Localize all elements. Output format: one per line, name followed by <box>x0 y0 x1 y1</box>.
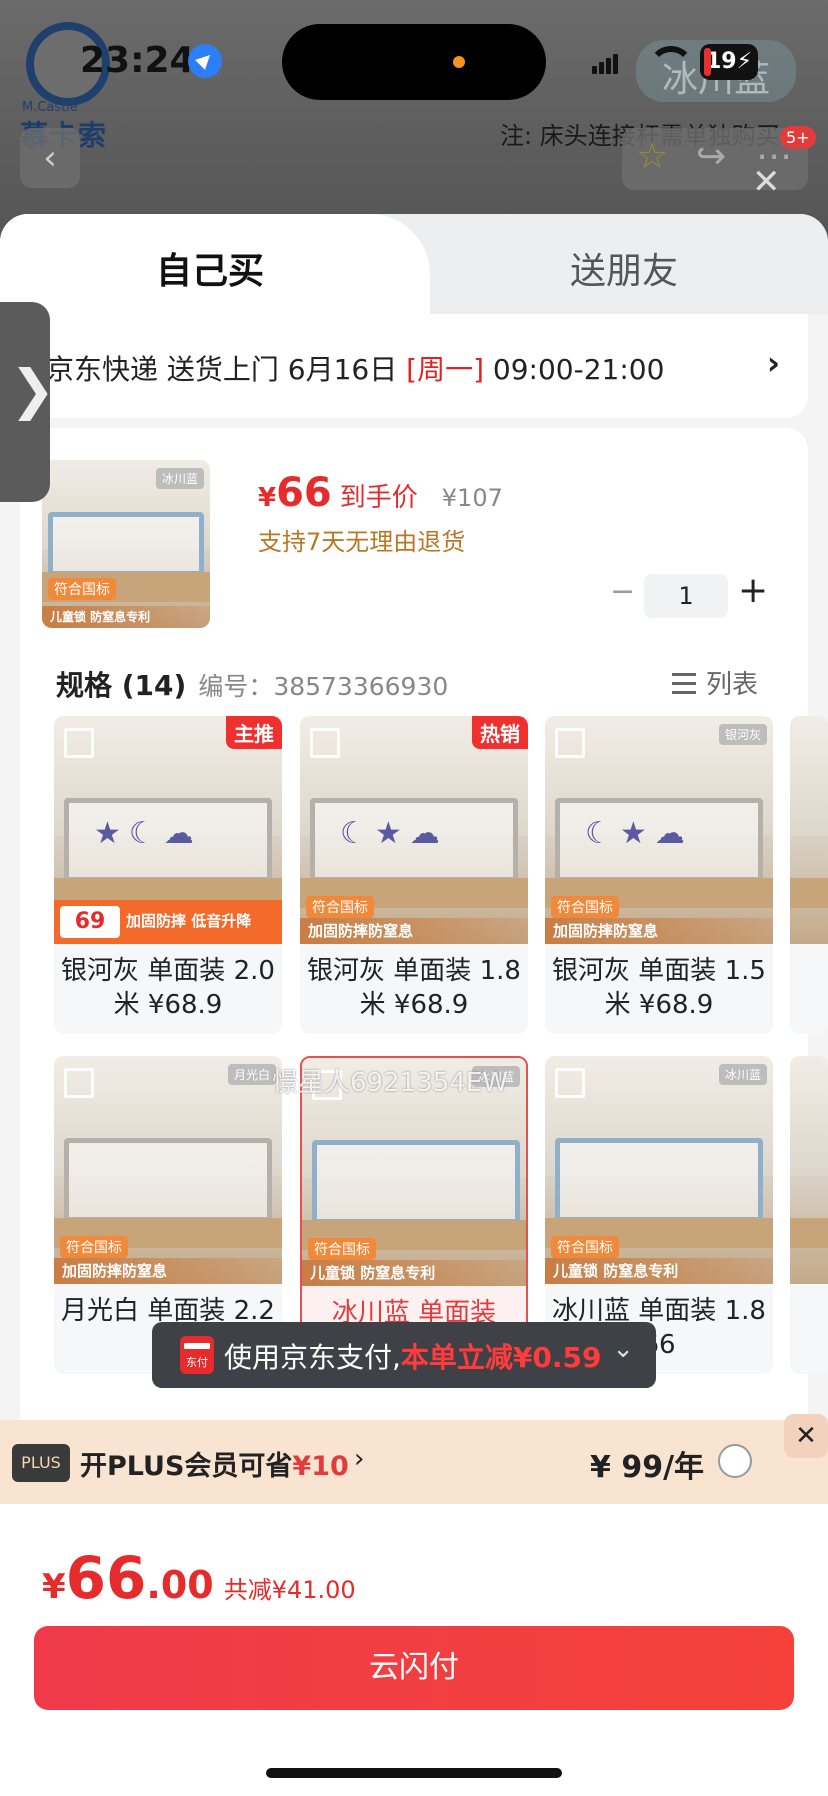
total-price: ¥66.00 共减¥41.00 <box>42 1544 356 1612</box>
watermark: 憬星人6921354EW <box>272 1068 508 1098</box>
close-plus-icon[interactable]: ✕ <box>784 1414 828 1458</box>
final-price: 66 <box>276 470 332 516</box>
back-button[interactable]: ‹ <box>20 128 80 188</box>
delivery-row[interactable]: 京东快递 送货上门 6月16日 [周一] 09:00-21:00 › <box>20 314 808 418</box>
delivery-text: 京东快递 送货上门 6月16日 [周一] 09:00-21:00 <box>46 353 665 386</box>
chevron-down-icon: ⌄ <box>612 1334 634 1364</box>
plus-logo: PLUS <box>12 1444 70 1482</box>
favorite-icon[interactable]: ☆ <box>636 136 668 177</box>
pay-button[interactable]: 云闪付 <box>34 1626 794 1710</box>
plus-offer-text: 开PLUS会员可省¥10 <box>80 1451 349 1482</box>
decrease-button[interactable]: − <box>610 574 635 609</box>
share-icon[interactable]: ↪ <box>696 136 726 177</box>
spec-tile[interactable]: ★☾☁ 主推 69 加固防摔 低音升降 银河灰 单面装 2.0米 ¥68.9 <box>54 716 282 1034</box>
jd-pay-icon: 东付 <box>180 1336 214 1374</box>
signal-icon <box>592 52 618 74</box>
battery-icon: 19⚡ <box>700 44 758 80</box>
increase-button[interactable]: + <box>738 570 768 611</box>
tab-buy-self[interactable]: 自己买 <box>156 242 264 294</box>
spec-image: 月光白 符合国标 加固防摔防窒息 <box>54 1056 282 1284</box>
tab-send-friend[interactable]: 送朋友 <box>570 242 678 294</box>
spec-image: ☾★☁ 热销 符合国标 加固防摔防窒息 <box>300 716 528 944</box>
chevron-right-icon: › <box>766 344 780 382</box>
dynamic-island <box>282 24 546 100</box>
product-thumbnail[interactable]: 冰川蓝 符合国标 儿童锁 防窒息专利 <box>42 460 210 628</box>
spec-image: ☾★☁ 银河灰 符合国标 加固防摔防窒息 <box>545 716 773 944</box>
spec-name: 银河灰 单面装 1.5米 ¥68.9 <box>552 956 766 1020</box>
spec-title: 规格 (14) <box>56 669 187 702</box>
spec-name: 银河灰 单面装 1.8米 ¥68.9 <box>307 956 521 1020</box>
return-policy: 支持7天无理由退货 <box>258 528 466 556</box>
original-price: ¥107 <box>441 484 503 512</box>
spec-tile-partial[interactable] <box>790 1056 828 1374</box>
spec-image: ★☾☁ 主推 69 加固防摔 低音升降 <box>54 716 282 944</box>
spec-tile[interactable]: ☾★☁ 银河灰 符合国标 加固防摔防窒息 银河灰 单面装 1.5米 ¥68.9 <box>545 716 773 1034</box>
close-sheet-icon[interactable]: ✕ <box>752 162 781 202</box>
spec-name: 银河灰 单面装 2.0米 ¥68.9 <box>61 956 275 1020</box>
list-icon <box>672 673 696 695</box>
zoom-icon[interactable] <box>64 728 94 758</box>
status-time: 23:24 <box>80 40 195 81</box>
home-indicator <box>266 1768 562 1778</box>
side-drawer-handle[interactable]: ❯ <box>0 302 55 502</box>
price-currency: ¥ <box>258 483 277 513</box>
spec-tile[interactable]: ☾★☁ 热销 符合国标 加固防摔防窒息 银河灰 单面装 1.8米 ¥68.9 <box>300 716 528 1034</box>
toast-text: 使用京东支付,本单立减¥0.59 <box>224 1341 602 1374</box>
brand-english: M.Castle <box>22 100 78 115</box>
jd-pay-toast[interactable]: 东付 使用京东支付,本单立减¥0.59 ⌄ <box>152 1322 656 1388</box>
zoom-icon[interactable] <box>555 728 585 758</box>
recommend-badge: 主推 <box>226 716 282 749</box>
price-label: 到手价 <box>339 483 418 513</box>
product-code: 编号：38573366930 <box>198 672 449 701</box>
spec-tile-partial[interactable] <box>790 716 828 1034</box>
zoom-icon[interactable] <box>310 728 340 758</box>
tab-bar: 自己买 送朋友 <box>0 214 828 314</box>
price-row: ¥66 到手价 ¥107 <box>258 470 503 516</box>
zoom-icon[interactable] <box>555 1068 585 1098</box>
spec-image: 冰川蓝 符合国标 儿童锁 防窒息专利 <box>545 1056 773 1284</box>
wifi-icon <box>648 46 694 78</box>
plus-price: ¥ 99/年 <box>590 1450 705 1485</box>
hot-badge: 热销 <box>472 716 528 749</box>
plus-membership-bar[interactable]: PLUS 开PLUS会员可省¥10 › ¥ 99/年 ✕ <box>0 1414 828 1504</box>
total-saved: 共减¥41.00 <box>223 1576 356 1604</box>
location-icon <box>188 44 222 78</box>
zoom-icon[interactable] <box>64 1068 94 1098</box>
quantity-value[interactable]: 1 <box>644 574 728 618</box>
message-badge: 5+ <box>780 126 816 149</box>
checkout-bar: ¥66.00 共减¥41.00 云闪付 <box>0 1504 828 1796</box>
list-view-button[interactable]: 列表 <box>672 664 758 701</box>
plus-select-radio[interactable] <box>718 1444 752 1478</box>
chevron-right-icon: › <box>354 1444 365 1474</box>
spec-header: 规格 (14) 编号：38573366930 <box>56 664 448 704</box>
